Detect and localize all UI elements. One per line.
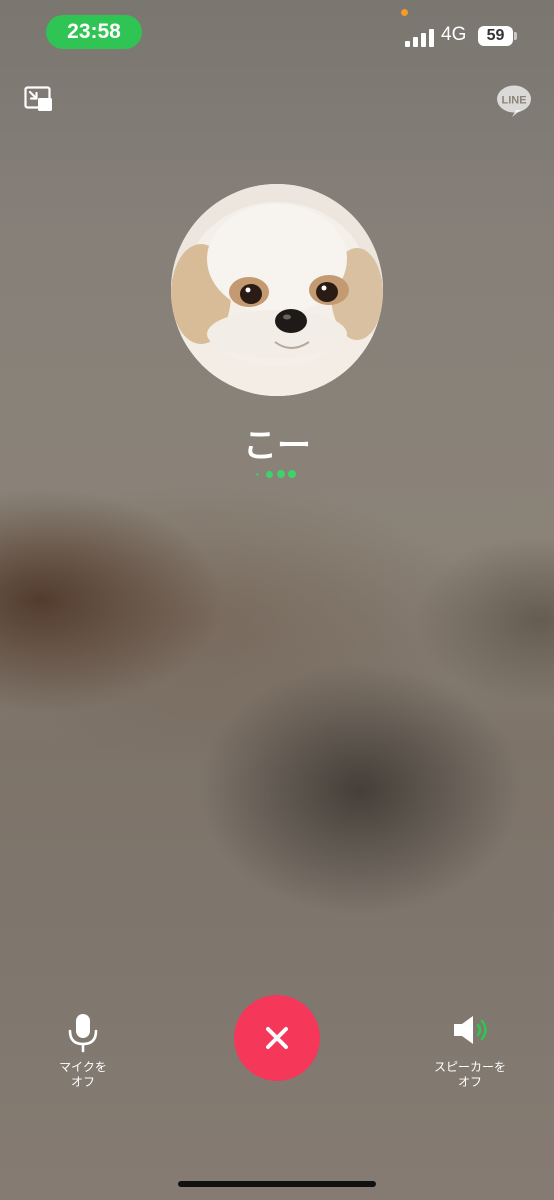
- privacy-indicator-dot: [401, 9, 408, 16]
- speaker-toggle-button[interactable]: スピーカーを オフ: [428, 1010, 512, 1090]
- end-call-button[interactable]: [234, 995, 320, 1081]
- caller-name: こー: [243, 426, 311, 466]
- picture-in-picture-icon[interactable]: [24, 86, 54, 114]
- network-type: 4G: [441, 24, 467, 45]
- close-icon: [266, 1027, 288, 1049]
- speaker-icon: [454, 1016, 487, 1044]
- speaker-toggle-label: スピーカーを オフ: [433, 1060, 506, 1089]
- home-indicator[interactable]: [178, 1181, 376, 1187]
- cellular-signal-icon: [405, 27, 435, 47]
- status-time: 23:58: [67, 20, 121, 43]
- status-time-pill: 23:58: [46, 15, 142, 49]
- battery-level: 59: [486, 27, 505, 44]
- mute-mic-label: マイクを オフ: [59, 1060, 107, 1089]
- calling-indicator: [256, 469, 300, 479]
- line-logo-icon: LINE: [496, 84, 532, 118]
- dog-photo-avatar: [171, 184, 383, 396]
- line-logo-text: LINE: [501, 95, 526, 107]
- mute-mic-button[interactable]: マイクを オフ: [50, 1010, 116, 1090]
- microphone-icon: [68, 1014, 98, 1053]
- battery-icon: 59: [478, 26, 513, 46]
- battery-tip: [514, 32, 517, 40]
- caller-avatar: [171, 184, 383, 396]
